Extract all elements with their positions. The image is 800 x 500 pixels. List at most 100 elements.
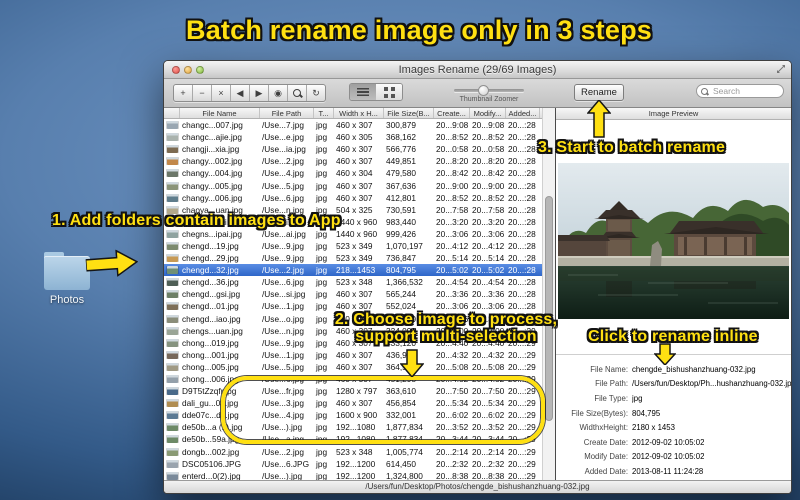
cell-path: /Use...5.jpg xyxy=(262,361,304,372)
slider-knob[interactable] xyxy=(478,85,489,96)
rename-button[interactable]: Rename xyxy=(574,84,624,101)
thumbnail-cell xyxy=(164,326,180,335)
detail-value: 2013-08-11 11:24:28 xyxy=(632,466,704,476)
column-header[interactable]: File Name xyxy=(180,108,260,118)
add-button[interactable]: + xyxy=(174,85,193,101)
column-header[interactable]: Modify... xyxy=(470,108,506,118)
table-row[interactable]: chengd...gsi.jpg/Use...si.jpg jpg 460 x 30… xyxy=(164,288,542,300)
table-row[interactable]: chengd...19.jpg/Use...9.jpg jpg 523 x 349 1… xyxy=(164,240,542,252)
column-header[interactable]: File Size(B... xyxy=(384,108,434,118)
cell-created: 20...2:14 xyxy=(436,446,469,457)
column-header[interactable]: File Path xyxy=(260,108,314,118)
cell-created: 20...3:36 xyxy=(436,289,469,300)
cell-size: 449,851 xyxy=(386,156,416,167)
column-header[interactable]: Added... xyxy=(506,108,540,118)
table-row-selected[interactable]: chengd...32.jpg/Use...2.jpg jpg 218...1453… xyxy=(164,264,542,277)
column-header[interactable]: Create... xyxy=(434,108,470,118)
cell-type: jpg xyxy=(316,265,328,276)
image-thumbnail xyxy=(166,169,178,178)
cell-modified: 20...5:02 xyxy=(472,265,505,276)
thumbnail-cell xyxy=(164,169,180,178)
cell-type: jpg xyxy=(316,144,328,155)
cell-created: 20...5:08 xyxy=(436,361,469,372)
cell-path: /Use...2.jpg xyxy=(262,446,304,457)
cell-type: jpg xyxy=(316,253,328,264)
cell-added: 20...:29 xyxy=(508,361,536,372)
thumbnail-cell xyxy=(164,121,180,130)
cell-added: 20...:29 xyxy=(508,349,536,360)
clear-button[interactable]: × xyxy=(212,85,231,101)
thumbnail-cell xyxy=(164,459,180,468)
cell-dims: 523 x 349 xyxy=(336,240,373,251)
cell-size: 412,801 xyxy=(386,192,416,203)
table-row[interactable]: changji...xia.jpg/Use...ia.jpg jpg 460 x 3… xyxy=(164,143,542,155)
search-input[interactable] xyxy=(711,85,779,97)
previous-button[interactable]: ◀ xyxy=(231,85,250,101)
cell-modified: 20...7:58 xyxy=(472,204,505,215)
scrollbar-thumb[interactable] xyxy=(545,196,553,421)
thumbnail-cell xyxy=(164,278,180,287)
cell-type: jpg xyxy=(316,132,328,143)
table-row[interactable]: changy...002.jpg/Use...2.jpg jpg 460 x 307… xyxy=(164,155,542,167)
cell-added: 20...:28 xyxy=(508,228,536,239)
table-row[interactable]: chong...001.jpg/Use...1.jpg jpg 460 x 307 4… xyxy=(164,349,542,361)
table-row[interactable]: chong...005.jpg/Use...5.jpg jpg 460 x 307 3… xyxy=(164,361,542,373)
cell-modified: 20...8:52 xyxy=(472,132,505,143)
table-row[interactable]: changy...004.jpg/Use...4.jpg jpg 460 x 304… xyxy=(164,167,542,179)
table-row[interactable]: changy...006.jpg/Use...6.jpg jpg 460 x 307… xyxy=(164,192,542,204)
detail-value: jpg xyxy=(632,393,643,403)
callout-step2: 2. Choose image to process, support mult… xyxy=(330,311,562,345)
cell-modified: 20...3:20 xyxy=(472,216,505,227)
table-row[interactable]: changc...ajie.jpg/Use...e.jpg jpg 460 x 30… xyxy=(164,131,542,143)
status-bar: /Users/fun/Desktop/Photos/chengde_bishus… xyxy=(164,480,791,493)
cell-type: jpg xyxy=(316,277,328,288)
cell-created: 20...4:12 xyxy=(436,240,469,251)
preview-eye-button[interactable]: ◉ xyxy=(269,85,288,101)
zoomer-slider[interactable] xyxy=(454,85,524,96)
next-button[interactable]: ▶ xyxy=(250,85,269,101)
detail-label: Modify Date: xyxy=(584,452,628,462)
cell-path: /Use...6.jpg xyxy=(262,192,304,203)
column-header[interactable]: T... xyxy=(314,108,334,118)
grid-view-button[interactable] xyxy=(376,84,402,100)
cell-added: 20...:28 xyxy=(508,120,536,131)
cell-size: 552,024 xyxy=(386,301,416,312)
cell-path: /Use...6.jpg xyxy=(262,277,304,288)
cell-path: /Use...9.jpg xyxy=(262,253,304,264)
refresh-button[interactable]: ↻ xyxy=(307,85,325,101)
table-row[interactable]: DSC05106.JPG/Use...6.JPG jpg 192...1200 614… xyxy=(164,458,542,470)
cell-size: 565,244 xyxy=(386,289,416,300)
column-header-icon xyxy=(164,108,180,118)
zoomer-label: Thumbnail Zoomer xyxy=(459,96,519,103)
thumbnail-cell xyxy=(164,387,180,396)
image-thumbnail xyxy=(166,435,178,444)
cell-dims: 460 x 305 xyxy=(336,132,373,143)
cell-path: /Use...n.jpg xyxy=(262,325,304,336)
search-field[interactable] xyxy=(696,84,784,98)
file-name-inline-edit[interactable]: chengde_bishushanzhuang-032.jpg xyxy=(632,365,756,374)
detail-row: Create Date: 2012-09-02 10:05:02 xyxy=(556,435,791,450)
table-row[interactable]: changc...007.jpg/Use...7.jpg jpg 460 x 307… xyxy=(164,119,542,131)
table-row[interactable]: dongb...002.jpg/Use...2.jpg jpg 523 x 348 1… xyxy=(164,446,542,458)
table-row[interactable]: chengd...36.jpg/Use...6.jpg jpg 523 x 348 1… xyxy=(164,276,542,288)
detail-value: 2012-09-02 10:05:02 xyxy=(632,437,705,447)
list-view-button[interactable] xyxy=(350,84,376,100)
vertical-scrollbar[interactable] xyxy=(542,108,555,482)
image-thumbnail xyxy=(166,302,178,311)
thumbnail-cell xyxy=(164,145,180,154)
preview-panel: Image Preview File Name: chengde_bishush… xyxy=(555,108,791,482)
remove-button[interactable]: − xyxy=(193,85,212,101)
arrow-down-icon-step2 xyxy=(400,349,424,377)
thumbnail-cell xyxy=(164,423,180,432)
cell-dims: 192...1200 xyxy=(336,458,376,469)
cell-dims: 460 x 307 xyxy=(336,349,373,360)
fullscreen-icon[interactable] xyxy=(776,64,786,74)
magnifier-button[interactable] xyxy=(288,85,307,101)
cell-path: /Use...2.jpg xyxy=(262,265,304,276)
table-row[interactable]: changy...005.jpg/Use...5.jpg jpg 460 x 307… xyxy=(164,179,542,191)
table-row[interactable]: chengd...29.jpg/Use...9.jpg jpg 523 x 349 7… xyxy=(164,252,542,264)
title-bar[interactable]: Images Rename (29/69 Images) xyxy=(164,61,791,79)
column-header[interactable]: Width x H... xyxy=(334,108,384,118)
image-thumbnail xyxy=(166,241,178,250)
cell-modified: 20...9:00 xyxy=(472,180,505,191)
